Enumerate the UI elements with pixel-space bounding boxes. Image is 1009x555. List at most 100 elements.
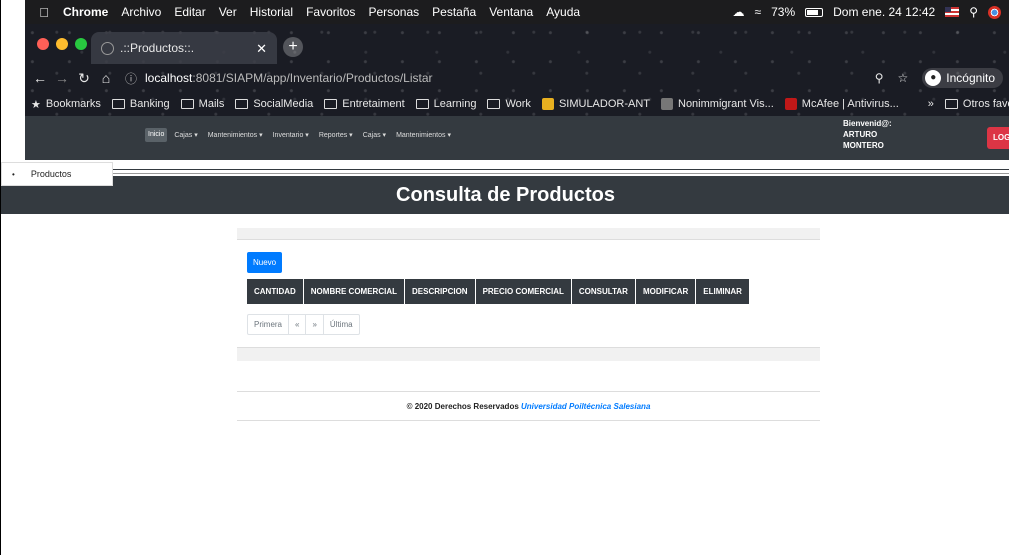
- bookmark-work[interactable]: Work: [487, 98, 531, 110]
- tab-strip: .::Productos::. ✕ +: [25, 24, 1009, 64]
- zoom-icon[interactable]: ⚲: [875, 71, 884, 85]
- web-page: Inicio Cajas Mantenimientos Inventario R…: [1, 116, 1009, 555]
- bookmark-entretaiment[interactable]: Entretaiment: [324, 98, 405, 110]
- bullet-icon: •: [12, 169, 15, 179]
- wifi-icon[interactable]: ≈: [755, 5, 762, 19]
- folder-icon: [415, 99, 429, 109]
- user-last-name: MONTERO: [843, 141, 884, 150]
- page-first[interactable]: Primera: [248, 315, 290, 334]
- folder-icon: [180, 99, 194, 109]
- pagination: Primera « » Última: [247, 314, 360, 335]
- bookmark-mcafee[interactable]: McAfee | Antivirus...: [784, 98, 899, 110]
- bookmark-otros-favoritos[interactable]: Otros favorit: [944, 98, 1009, 110]
- menu-ventana[interactable]: Ventana: [489, 5, 533, 19]
- nav-mantenimientos[interactable]: Mantenimientos: [205, 128, 266, 142]
- col-eliminar: ELIMINAR: [695, 279, 750, 304]
- close-tab-icon[interactable]: ✕: [256, 41, 267, 57]
- bookmark-banking[interactable]: Banking: [111, 98, 170, 110]
- mac-menu-bar:  Chrome Archivo Editar Ver Historial Fa…: [25, 0, 1009, 24]
- incognito-badge[interactable]: ● Incógnito: [922, 68, 1003, 88]
- forward-icon[interactable]: →: [51, 70, 73, 86]
- menu-ayuda[interactable]: Ayuda: [546, 5, 580, 19]
- nav-mantenimientos-2[interactable]: Mantenimientos: [393, 128, 454, 142]
- home-icon[interactable]: ⌂: [95, 70, 117, 86]
- main-content: Nuevo CANTIDAD NOMBRE COMERCIAL DESCRIPC…: [237, 228, 820, 421]
- bookmark-label: Mails: [198, 98, 225, 110]
- clock[interactable]: Dom ene. 24 12:42: [833, 5, 935, 19]
- nav-cajas[interactable]: Cajas: [171, 128, 200, 142]
- status-area: ☁ ≈ 73% Dom ene. 24 12:42 ⚲: [733, 0, 1001, 24]
- new-tab-button[interactable]: +: [283, 37, 303, 57]
- dropdown-menu: • Productos: [1, 162, 113, 186]
- menu-pestana[interactable]: Pestaña: [432, 5, 476, 19]
- close-window-button[interactable]: [37, 38, 49, 50]
- col-nombre-comercial: NOMBRE COMERCIAL: [303, 279, 406, 304]
- page-next[interactable]: »: [306, 315, 324, 334]
- bookmark-nonimmigrant-visa[interactable]: Nonimmigrant Vis...: [661, 98, 774, 110]
- folder-icon: [487, 99, 501, 109]
- divider: [25, 169, 1009, 170]
- bookmark-label: Nonimmigrant Vis...: [678, 98, 774, 110]
- top-navbar: Inicio Cajas Mantenimientos Inventario R…: [25, 116, 1009, 160]
- siri-icon[interactable]: [988, 5, 1001, 19]
- new-product-button[interactable]: Nuevo: [247, 252, 283, 273]
- page-title: Consulta de Productos: [1, 176, 1009, 214]
- folder-icon: [324, 99, 338, 109]
- simulador-icon: [541, 98, 554, 110]
- zoom-window-button[interactable]: [75, 38, 87, 50]
- col-precio-comercial: PRECIO COMERCIAL: [475, 279, 572, 304]
- menu-favoritos[interactable]: Favoritos: [306, 5, 355, 19]
- bookmark-learning[interactable]: Learning: [415, 98, 476, 110]
- menu-editar[interactable]: Editar: [174, 5, 205, 19]
- mcafee-icon: [784, 98, 797, 110]
- welcome-label: Bienvenid@:: [843, 119, 892, 128]
- toolbar-right: ⚲ ☆ ● Incógnito: [875, 68, 1003, 88]
- copyright-text: © 2020 Derechos Reservados: [406, 402, 521, 411]
- menu-item-productos[interactable]: Productos: [31, 169, 72, 179]
- site-info-icon[interactable]: ⓘ: [125, 70, 137, 87]
- battery-icon[interactable]: [805, 7, 824, 17]
- nav-menu: Inicio Cajas Mantenimientos Inventario R…: [145, 128, 454, 142]
- us-flag-icon[interactable]: [945, 7, 960, 17]
- bookmark-label: SocialMedia: [253, 98, 314, 110]
- bookmark-label: Otros favorit: [962, 98, 1009, 110]
- minimize-window-button[interactable]: [56, 38, 68, 50]
- folder-icon: [111, 99, 125, 109]
- bookmark-bookmarks[interactable]: ★ Bookmarks: [31, 98, 101, 111]
- cloud-icon[interactable]: ☁: [733, 5, 745, 19]
- bookmark-mails[interactable]: Mails: [180, 98, 225, 110]
- more-bookmarks-button[interactable]: »: [928, 98, 934, 110]
- menu-ver[interactable]: Ver: [219, 5, 237, 19]
- divider: [25, 173, 1009, 174]
- nav-cajas-2[interactable]: Cajas: [360, 128, 389, 142]
- back-icon[interactable]: ←: [29, 70, 51, 86]
- col-descripcion: DESCRIPCION: [404, 279, 476, 304]
- col-modificar: MODIFICAR: [635, 279, 697, 304]
- nav-inventario[interactable]: Inventario: [270, 128, 312, 142]
- address-bar[interactable]: ⓘ localhost :8081/SIAPM/app/Inventario/P…: [125, 66, 875, 90]
- spotlight-search-icon[interactable]: ⚲: [969, 5, 978, 19]
- browser-toolbar: ← → ↻ ⌂ ⓘ localhost :8081/SIAPM/app/Inve…: [25, 64, 1009, 92]
- bookmark-simulador-ant[interactable]: SIMULADOR-ANT: [541, 98, 650, 110]
- bookmark-star-icon[interactable]: ☆: [898, 71, 909, 85]
- menu-archivo[interactable]: Archivo: [121, 5, 161, 19]
- seal-icon: [661, 98, 673, 110]
- tab-title: .::Productos::.: [120, 41, 195, 55]
- bookmark-socialmedia[interactable]: SocialMedia: [235, 98, 313, 110]
- menu-app-name[interactable]: Chrome: [63, 5, 108, 19]
- logout-button[interactable]: LOG: [987, 127, 1009, 149]
- reload-icon[interactable]: ↻: [73, 70, 95, 87]
- menu-historial[interactable]: Historial: [250, 5, 293, 19]
- incognito-label: Incógnito: [946, 71, 995, 85]
- nav-reportes[interactable]: Reportes: [316, 128, 356, 142]
- bookmark-label: SIMULADOR-ANT: [558, 98, 650, 110]
- browser-tab[interactable]: .::Productos::. ✕: [91, 32, 277, 64]
- page-prev[interactable]: «: [289, 315, 307, 334]
- bookmark-label: Bookmarks: [45, 98, 101, 110]
- university-link[interactable]: Universidad Poiltécnica Salesiana: [521, 402, 650, 411]
- apple-icon[interactable]: : [35, 5, 53, 20]
- url-host: localhost: [145, 71, 193, 85]
- menu-personas[interactable]: Personas: [368, 5, 419, 19]
- page-last[interactable]: Última: [324, 315, 359, 334]
- nav-inicio[interactable]: Inicio: [145, 128, 168, 142]
